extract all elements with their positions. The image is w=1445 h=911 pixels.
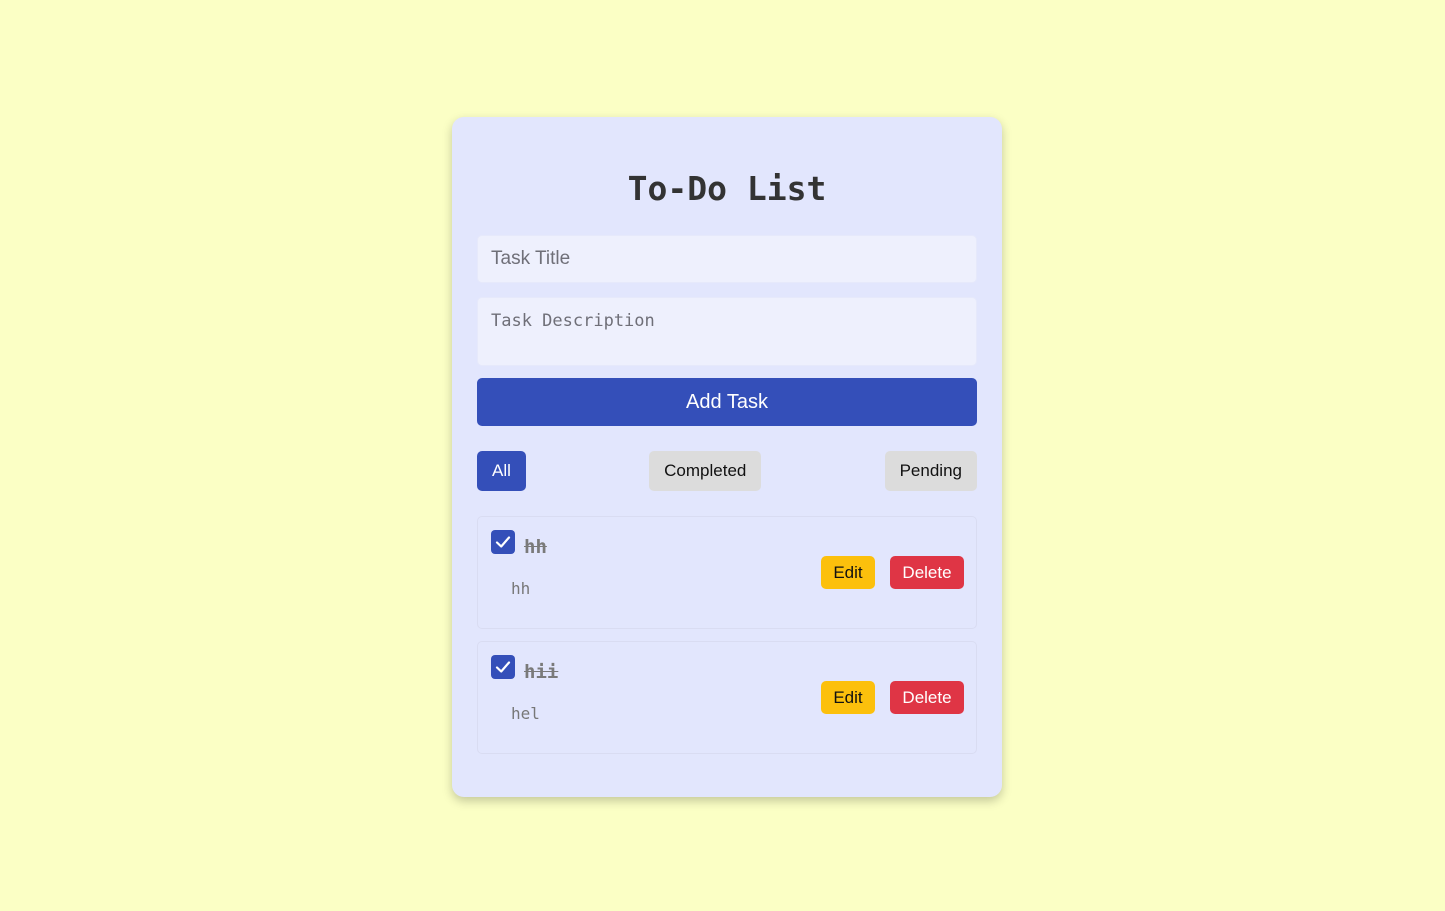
- page-title: To-Do List: [627, 169, 827, 208]
- filter-pending-button[interactable]: Pending: [884, 451, 977, 491]
- task-title-input[interactable]: [477, 235, 977, 283]
- task-description-input[interactable]: [477, 297, 977, 366]
- task-list: hh hh Edit Delete hii hel Edit Delete: [477, 516, 977, 754]
- checkmark-icon: [495, 661, 511, 673]
- filter-bar: All Completed Pending: [477, 451, 977, 491]
- filter-all-button[interactable]: All: [477, 451, 526, 491]
- filter-completed-button[interactable]: Completed: [649, 451, 762, 491]
- delete-task-button[interactable]: Delete: [890, 681, 964, 714]
- task-description: hh: [511, 579, 531, 598]
- task-title: hii: [524, 661, 559, 683]
- task-title: hh: [524, 536, 547, 558]
- task-item: hii hel Edit Delete: [477, 641, 977, 754]
- task-complete-checkbox[interactable]: [491, 655, 515, 679]
- todo-card: To-Do List Add Task All Completed Pendin…: [452, 117, 1002, 797]
- delete-task-button[interactable]: Delete: [890, 556, 964, 589]
- add-task-button[interactable]: Add Task: [477, 378, 977, 426]
- checkmark-icon: [495, 536, 511, 548]
- task-description: hel: [511, 704, 540, 723]
- edit-task-button[interactable]: Edit: [821, 556, 875, 589]
- task-complete-checkbox[interactable]: [491, 530, 515, 554]
- edit-task-button[interactable]: Edit: [821, 681, 875, 714]
- task-item: hh hh Edit Delete: [477, 516, 977, 629]
